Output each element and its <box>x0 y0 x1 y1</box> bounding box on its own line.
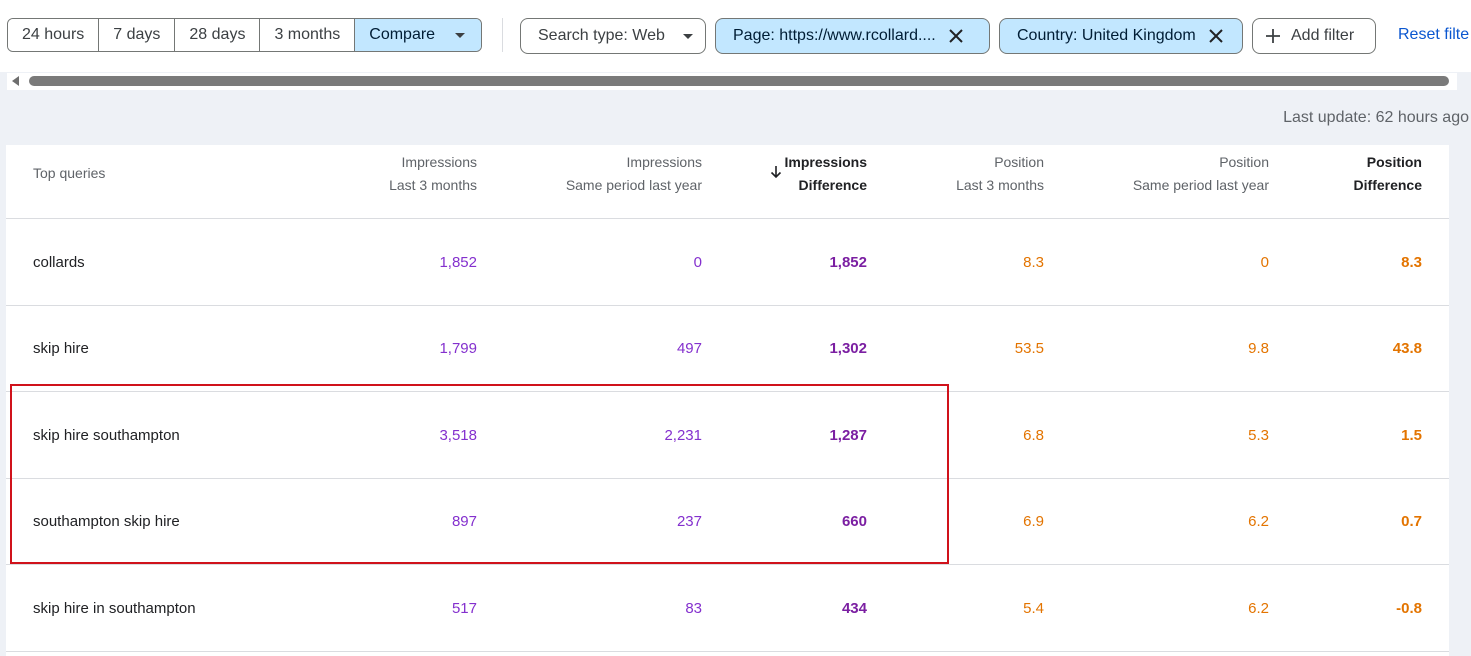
table-header: Top queries Impressions Last 3 months Im… <box>6 145 1449 219</box>
position-previous-cell: 9.8 <box>1248 339 1269 357</box>
impressions-current-cell: 3,518 <box>439 426 477 444</box>
position-previous-cell: 0 <box>1260 253 1269 271</box>
close-icon[interactable] <box>1208 28 1224 44</box>
header-sublabel: Last 3 months <box>389 177 477 193</box>
query-cell: skip hire in southampton <box>33 599 196 617</box>
last-update-text: Last update: 62 hours ago <box>1283 109 1469 126</box>
impressions-previous-cell: 237 <box>676 512 702 530</box>
impressions-difference-cell: 1,287 <box>829 426 867 444</box>
table-row[interactable]: skip hire 1,799 497 1,302 53.5 9.8 43.8 <box>6 305 1449 392</box>
header-label: Position <box>1366 154 1422 170</box>
table-row[interactable]: skip hire southampton 3,518 2,231 1,287 … <box>6 392 1449 479</box>
impressions-current-cell: 897 <box>451 512 477 530</box>
toolbar-divider <box>502 18 503 52</box>
position-difference-cell: 0.7 <box>1401 512 1422 530</box>
dropdown-arrow-icon <box>455 32 466 38</box>
query-cell: collards <box>33 253 85 271</box>
position-difference-cell: 8.3 <box>1401 253 1422 271</box>
country-filter-chip[interactable]: Country: United Kingdom <box>999 18 1243 54</box>
column-header-position-current[interactable]: Position Last 3 months <box>956 151 1044 197</box>
column-header-impressions-current[interactable]: Impressions Last 3 months <box>389 151 477 197</box>
header-label: Top queries <box>33 165 106 181</box>
position-previous-cell: 6.2 <box>1248 512 1269 530</box>
impressions-difference-cell: 1,852 <box>829 253 867 271</box>
header-label: Impressions <box>784 154 867 170</box>
close-icon[interactable] <box>948 28 964 44</box>
impressions-current-cell: 1,799 <box>439 339 477 357</box>
table-row[interactable]: skip hire in southampton 517 83 434 5.4 … <box>6 565 1449 652</box>
column-header-impressions-previous[interactable]: Impressions Same period last year <box>566 151 702 197</box>
page-filter-chip[interactable]: Page: https://www.rcollard.... <box>715 18 990 54</box>
scrollbar-thumb[interactable] <box>29 76 1449 86</box>
add-filter-label: Add filter <box>1291 27 1355 44</box>
reset-filters-link[interactable]: Reset filte <box>1398 26 1469 44</box>
plus-icon <box>1265 28 1281 45</box>
impressions-previous-cell: 0 <box>693 253 702 271</box>
table-row[interactable]: southampton skip hire 897 237 660 6.9 6.… <box>6 478 1449 565</box>
date-range-28-days[interactable]: 28 days <box>175 19 261 51</box>
header-sublabel: Last 3 months <box>956 177 1044 193</box>
impressions-current-cell: 517 <box>451 599 477 617</box>
date-range-selector: 24 hours 7 days 28 days 3 months Compare <box>7 18 483 52</box>
position-current-cell: 6.8 <box>1023 426 1044 444</box>
position-previous-cell: 5.3 <box>1248 426 1269 444</box>
header-label: Position <box>1219 154 1269 170</box>
dropdown-arrow-icon <box>682 33 693 39</box>
header-label: Position <box>994 154 1044 170</box>
header-label: Impressions <box>626 154 702 170</box>
search-type-label: Search type: Web <box>538 27 665 44</box>
impressions-difference-cell: 434 <box>841 599 867 617</box>
query-cell: southampton skip hire <box>33 512 180 530</box>
impressions-current-cell: 1,852 <box>439 253 477 271</box>
date-range-7-days[interactable]: 7 days <box>99 19 176 51</box>
header-sublabel: Difference <box>1353 177 1422 193</box>
date-range-3-months[interactable]: 3 months <box>260 19 356 51</box>
header-sublabel: Difference <box>798 177 867 193</box>
country-filter-label: Country: United Kingdom <box>1017 27 1196 44</box>
table-row[interactable]: collards 1,852 0 1,852 8.3 0 8.3 <box>6 219 1449 306</box>
sort-descending-icon[interactable] <box>768 164 784 180</box>
filter-toolbar: 24 hours 7 days 28 days 3 months Compare… <box>0 0 1471 72</box>
horizontal-scrollbar[interactable] <box>7 73 1457 90</box>
date-range-24-hours[interactable]: 24 hours <box>8 19 100 51</box>
impressions-previous-cell: 497 <box>676 339 702 357</box>
search-type-filter-chip[interactable]: Search type: Web <box>520 18 706 54</box>
column-header-impressions-difference[interactable]: Impressions Difference <box>785 151 867 197</box>
position-difference-cell: 43.8 <box>1392 339 1422 357</box>
page-filter-label: Page: https://www.rcollard.... <box>733 27 936 44</box>
compare-label: Compare <box>369 26 436 43</box>
queries-table: Top queries Impressions Last 3 months Im… <box>6 145 1449 656</box>
position-current-cell: 8.3 <box>1023 253 1044 271</box>
position-current-cell: 5.4 <box>1023 599 1044 617</box>
column-header-top-queries[interactable]: Top queries <box>33 162 105 185</box>
position-current-cell: 6.9 <box>1023 512 1044 530</box>
position-current-cell: 53.5 <box>1014 339 1044 357</box>
query-cell: skip hire <box>33 339 89 357</box>
position-previous-cell: 6.2 <box>1248 599 1269 617</box>
position-difference-cell: 1.5 <box>1401 426 1422 444</box>
header-sublabel: Same period last year <box>1132 177 1269 193</box>
impressions-difference-cell: 1,302 <box>829 339 867 357</box>
query-cell: skip hire southampton <box>33 426 180 444</box>
impressions-difference-cell: 660 <box>841 512 867 530</box>
compare-dropdown-button[interactable]: Compare <box>355 19 482 51</box>
column-header-position-previous[interactable]: Position Same period last year <box>1133 151 1269 197</box>
scroll-left-arrow-icon[interactable] <box>12 76 19 86</box>
impressions-previous-cell: 2,231 <box>664 426 702 444</box>
add-filter-button[interactable]: Add filter <box>1252 18 1376 54</box>
position-difference-cell: -0.8 <box>1396 599 1422 617</box>
header-sublabel: Same period last year <box>565 177 702 193</box>
impressions-previous-cell: 83 <box>685 599 702 617</box>
header-label: Impressions <box>401 154 477 170</box>
column-header-position-difference[interactable]: Position Difference <box>1354 151 1422 197</box>
